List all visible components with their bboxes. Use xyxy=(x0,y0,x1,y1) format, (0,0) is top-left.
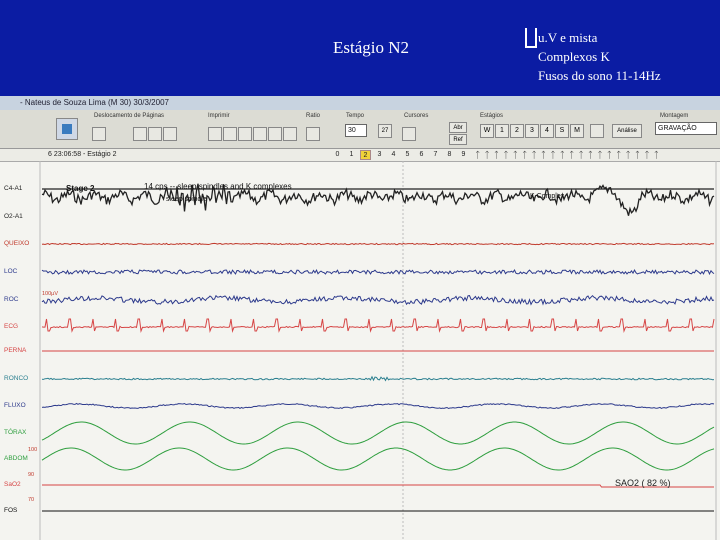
page-button-5[interactable]: 5 xyxy=(402,150,413,160)
spindle-annotation: sleep spindle xyxy=(166,196,207,203)
page-prev-button[interactable] xyxy=(133,127,147,141)
note-line: Complexos K xyxy=(538,49,610,64)
ref-button[interactable]: Ref xyxy=(449,134,467,145)
analysis-button[interactable]: Análise xyxy=(612,124,642,138)
exit-icon[interactable] xyxy=(56,118,78,140)
event-markers: ᛏᛏᛏᛏᛏᛏᛏᛏᛏᛏᛏᛏᛏᛏᛏᛏᛏᛏᛏᛏ xyxy=(475,150,664,160)
page-button-1[interactable]: 1 xyxy=(346,150,357,160)
stage-4-button[interactable]: 4 xyxy=(540,124,554,138)
window-titlebar: - Nateus de Souza Lima (M 30) 30/3/2007 xyxy=(0,96,720,110)
stage-annotation: Stage 2 xyxy=(66,184,95,193)
time-group-label: Tempo xyxy=(346,113,365,119)
page-button-2[interactable]: 2 xyxy=(360,150,371,160)
cursors-group-label: Cursores xyxy=(404,113,429,119)
stage-s-button[interactable]: S xyxy=(555,124,569,138)
abr-button[interactable]: Abr xyxy=(449,122,467,133)
image-icon[interactable] xyxy=(283,127,297,141)
zoom-button[interactable]: 27 xyxy=(378,124,392,138)
toolbar: Deslocamento de Páginas Imprimir Ratio T… xyxy=(0,110,720,149)
ratio-group-label: Ratio xyxy=(306,113,321,119)
print-icon[interactable] xyxy=(208,127,222,141)
scale-label: 100µV xyxy=(42,291,58,297)
scale-label: 90 xyxy=(28,472,34,478)
page-button-4[interactable]: 4 xyxy=(388,150,399,160)
sao2-annotation: SAO2 ( 82 %) xyxy=(615,478,671,488)
scale-label: 70 xyxy=(28,497,34,503)
stage-w-button[interactable]: W xyxy=(480,124,494,138)
psg-app-window: - Nateus de Souza Lima (M 30) 30/3/2007 … xyxy=(0,96,720,540)
bracket-mark xyxy=(525,28,537,48)
stage-2-button[interactable]: 2 xyxy=(510,124,524,138)
page-forward-button[interactable] xyxy=(163,127,177,141)
page-button-8[interactable]: 8 xyxy=(444,150,455,160)
page-info: 6 23:06:58 - Estágio 2 xyxy=(48,151,117,158)
arrow-icon[interactable] xyxy=(590,124,604,138)
print-group-label: Imprimir xyxy=(208,113,230,119)
page-button-0[interactable]: 0 xyxy=(332,150,343,160)
stage-1-button[interactable]: 1 xyxy=(495,124,509,138)
page-button-6[interactable]: 6 xyxy=(416,150,427,160)
print-preview-icon[interactable] xyxy=(223,127,237,141)
page-nav-group-label: Deslocamento de Páginas xyxy=(94,113,165,119)
stages-group-label: Estágios xyxy=(480,113,504,119)
trace-ronco xyxy=(41,375,715,382)
note-line: Fusos do sono 11-14Hz xyxy=(538,68,661,83)
trace-sao2 xyxy=(42,484,714,488)
slide-title: Estágio N2 xyxy=(333,38,410,57)
signal-traces: 100µV 100 90 70 xyxy=(28,161,717,540)
montage-group-label: Montagem xyxy=(660,113,689,119)
trace-fluxo xyxy=(41,402,715,410)
note-line: u.V e mista xyxy=(538,30,598,45)
scale-label: 100 xyxy=(28,447,37,453)
slide-banner: Estágio N2 u.V e mista Complexos K Fusos… xyxy=(0,0,720,96)
marker-icon[interactable] xyxy=(253,127,267,141)
page-back-button[interactable] xyxy=(92,127,106,141)
cursor-icon[interactable] xyxy=(402,127,416,141)
page-next-button[interactable] xyxy=(148,127,162,141)
k-complex-annotation: K Complex xyxy=(530,193,565,200)
slide-notes: u.V e mista Complexos K Fusos do sono 11… xyxy=(538,28,661,85)
page-button-3[interactable]: 3 xyxy=(374,150,385,160)
trace-queixo xyxy=(41,242,715,246)
time-select[interactable]: 30 xyxy=(345,124,367,137)
ratio-icon[interactable] xyxy=(306,127,320,141)
export-icon[interactable] xyxy=(268,127,282,141)
page-button-7[interactable]: 7 xyxy=(430,150,441,160)
window-title: - Nateus de Souza Lima (M 30) 30/3/2007 xyxy=(20,98,169,107)
trace-loc xyxy=(41,268,715,276)
montage-select[interactable]: GRAVAÇÃO xyxy=(655,122,717,135)
trace-roc xyxy=(41,294,715,306)
stage-3-button[interactable]: 3 xyxy=(525,124,539,138)
stage-m-button[interactable]: M xyxy=(570,124,584,138)
settings-icon[interactable] xyxy=(238,127,252,141)
trace-abdom xyxy=(41,447,715,471)
page-button-9[interactable]: 9 xyxy=(458,150,469,160)
trace-tórax xyxy=(41,421,715,445)
stage-description: 14 cps -- sleep spindles and K complexes xyxy=(144,182,292,191)
trace-ecg xyxy=(41,318,715,333)
